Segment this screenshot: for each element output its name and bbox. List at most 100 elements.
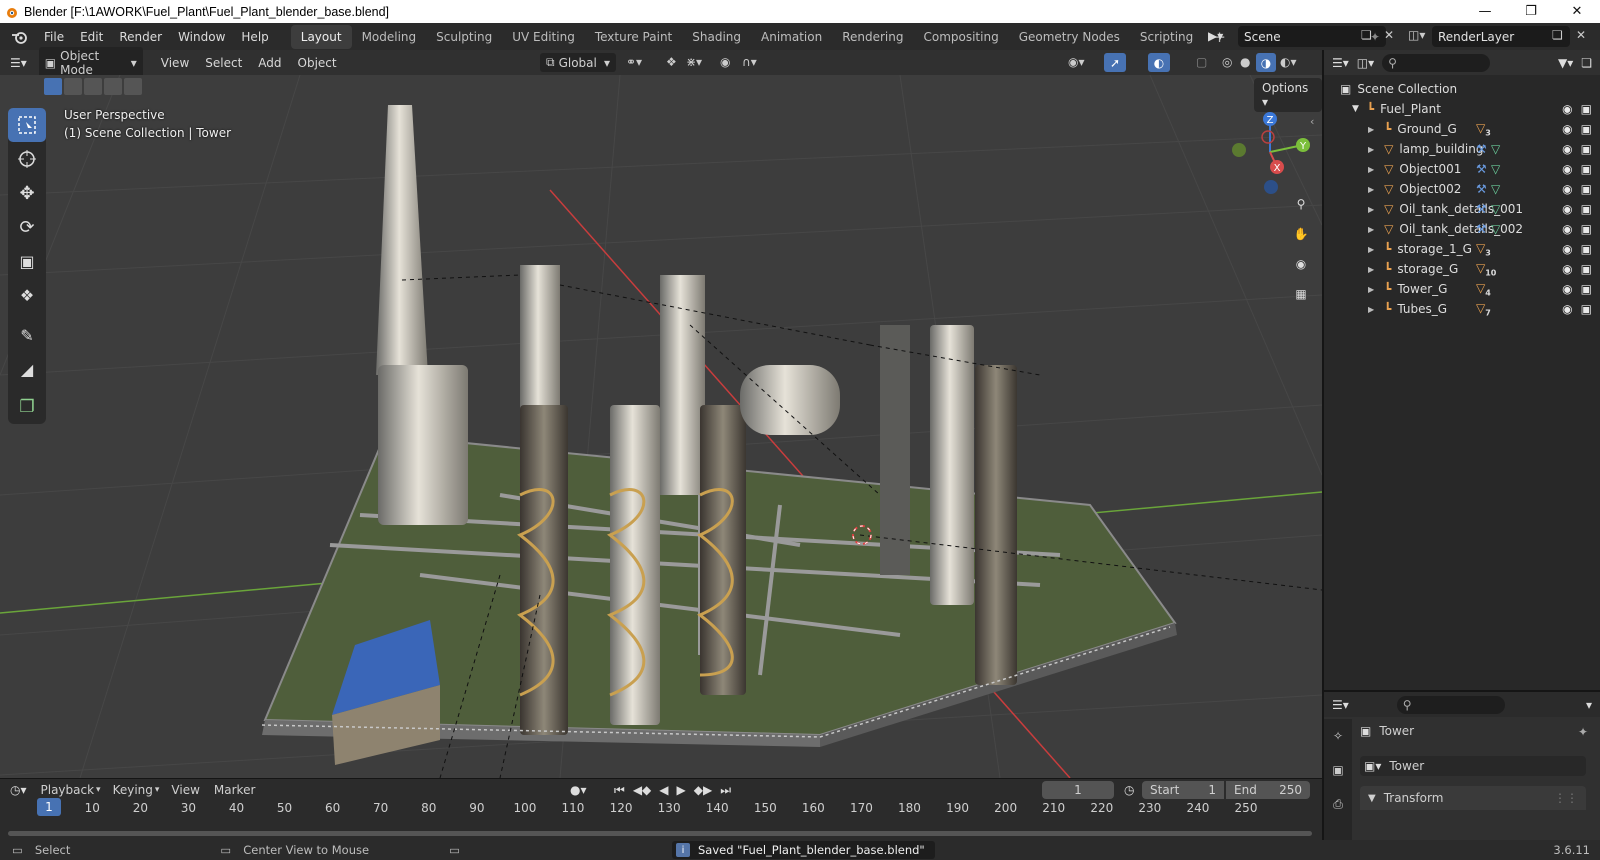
tree-row-storage-g[interactable]: ▶ ┗ storage_G ▽10 ◉ ▣ bbox=[1324, 259, 1600, 279]
new-collection-icon[interactable]: ❏ bbox=[1581, 56, 1592, 70]
cursor-icon[interactable] bbox=[8, 142, 46, 176]
menu-render[interactable]: Render bbox=[111, 30, 170, 44]
snap-target-icon[interactable]: ⋇▾ bbox=[686, 55, 702, 69]
current-frame-marker[interactable]: 1 bbox=[37, 798, 61, 816]
camera-icon[interactable]: ▣ bbox=[1581, 202, 1592, 216]
xray-icon[interactable]: ▢ bbox=[1196, 55, 1207, 69]
minimize-icon[interactable]: — bbox=[1462, 0, 1508, 23]
menu-object[interactable]: Object bbox=[290, 56, 345, 70]
camera-icon[interactable]: ▣ bbox=[1581, 262, 1592, 276]
tree-row-scene-collection[interactable]: ▣ Scene Collection bbox=[1324, 79, 1600, 99]
render-props-icon[interactable]: ▣ bbox=[1324, 753, 1352, 787]
new-layer-icon[interactable]: ❏ bbox=[1552, 28, 1563, 42]
transform-orientation-dropdown[interactable]: ⧉ Global ▾ bbox=[540, 53, 616, 72]
modifier-icon[interactable]: ⚒ ▽ bbox=[1476, 202, 1500, 216]
tab-texture-paint[interactable]: Texture Paint bbox=[585, 25, 682, 49]
camera-icon[interactable]: ▣ bbox=[1581, 282, 1592, 296]
menu-edit[interactable]: Edit bbox=[72, 30, 111, 44]
tree-row-object002[interactable]: ▶ ▽ Object002 ⚒ ▽ ◉ ▣ bbox=[1324, 179, 1600, 199]
remove-layer-icon[interactable]: ✕ bbox=[1576, 28, 1586, 42]
outliner-editor-icon[interactable]: ☰▾ bbox=[1332, 56, 1349, 70]
menu-add[interactable]: Add bbox=[250, 56, 289, 70]
camera-icon[interactable]: ▣ bbox=[1581, 182, 1592, 196]
select-subtract-icon[interactable] bbox=[84, 78, 102, 95]
menu-select[interactable]: Select bbox=[197, 56, 250, 70]
tree-row-oil-tank-details-002[interactable]: ▶ ▽ Oil_tank_details_002 ⚒ ▽ ◉ ▣ bbox=[1324, 219, 1600, 239]
tree-row-fuel-plant[interactable]: ▼ ┗ Fuel_Plant ◉ ▣ bbox=[1324, 99, 1600, 119]
expand-arrow-icon[interactable]: ▼ bbox=[1352, 104, 1359, 114]
child-mesh-icon[interactable]: ▽3 bbox=[1476, 121, 1491, 137]
expand-arrow-icon[interactable]: ▶ bbox=[1368, 185, 1374, 194]
blender-menu-icon[interactable] bbox=[10, 29, 30, 45]
tab-layout[interactable]: Layout bbox=[290, 24, 352, 49]
select-new-icon[interactable] bbox=[44, 78, 62, 95]
rotate-icon[interactable]: ⟳ bbox=[8, 210, 46, 244]
child-mesh-icon[interactable]: ▽7 bbox=[1476, 301, 1491, 317]
object-name-field[interactable]: ▣▾ Tower bbox=[1360, 756, 1586, 776]
overlay-toggle-icon[interactable]: ◐ bbox=[1148, 53, 1170, 72]
tab-geometry-nodes[interactable]: Geometry Nodes bbox=[1009, 25, 1130, 49]
filter-icon[interactable]: ▼▾ bbox=[1558, 56, 1573, 70]
camera-icon[interactable]: ▣ bbox=[1581, 302, 1592, 316]
eye-icon[interactable]: ◉ bbox=[1562, 242, 1572, 256]
eye-icon[interactable]: ◉ bbox=[1562, 262, 1572, 276]
eye-icon[interactable]: ◉ bbox=[1562, 162, 1572, 176]
expand-arrow-icon[interactable]: ▶ bbox=[1368, 225, 1374, 234]
eye-icon[interactable]: ◉ bbox=[1562, 102, 1572, 116]
tab-sculpting[interactable]: Sculpting bbox=[426, 25, 502, 49]
modifier-icon[interactable]: ⚒ ▽ bbox=[1476, 142, 1500, 156]
tree-row-tower-g[interactable]: ▶ ┗ Tower_G ▽4 ◉ ▣ bbox=[1324, 279, 1600, 299]
select-intersect-icon[interactable] bbox=[124, 78, 142, 95]
outliner-search-input[interactable]: ⚲ bbox=[1382, 53, 1491, 72]
eye-icon[interactable]: ◉ bbox=[1562, 182, 1572, 196]
zoom-icon[interactable]: ⚲ bbox=[1288, 191, 1314, 217]
3d-viewport[interactable]: ✥ ⟳ ▣ ❖ ✎ ◢ ❐ User Perspective (1) Scene… bbox=[0, 75, 1322, 778]
tab-animation[interactable]: Animation bbox=[751, 25, 832, 49]
camera-icon[interactable]: ▣ bbox=[1581, 222, 1592, 236]
camera-icon[interactable]: ▣ bbox=[1581, 102, 1592, 116]
proportional-edit-icon[interactable]: ◉ bbox=[720, 55, 730, 69]
expand-arrow-icon[interactable]: ▶ bbox=[1368, 125, 1374, 134]
transform-icon[interactable]: ❖ bbox=[8, 278, 46, 312]
annotate-icon[interactable]: ✎ bbox=[8, 318, 46, 352]
solid-shading-icon[interactable]: ● bbox=[1240, 55, 1250, 69]
eye-icon[interactable]: ◉ bbox=[1562, 142, 1572, 156]
tab-shading[interactable]: Shading bbox=[682, 25, 751, 49]
child-mesh-icon[interactable]: ▽4 bbox=[1476, 281, 1491, 297]
child-mesh-icon[interactable]: ▽3 bbox=[1476, 241, 1491, 257]
select-invert-icon[interactable] bbox=[104, 78, 122, 95]
restore-icon[interactable]: ❐ bbox=[1508, 0, 1554, 23]
tree-row-storage-1-g[interactable]: ▶ ┗ storage_1_G ▽3 ◉ ▣ bbox=[1324, 239, 1600, 259]
editor-type-icon[interactable]: ☰▾ bbox=[10, 56, 27, 70]
wireframe-shading-icon[interactable]: ◎ bbox=[1222, 55, 1232, 69]
scale-icon[interactable]: ▣ bbox=[8, 244, 46, 278]
camera-view-icon[interactable]: ◉ bbox=[1288, 251, 1314, 277]
camera-icon[interactable]: ▣ bbox=[1581, 122, 1592, 136]
remove-scene-icon[interactable]: ✕ bbox=[1384, 28, 1394, 42]
falloff-icon[interactable]: ∩▾ bbox=[742, 55, 757, 69]
timeline-scrollbar[interactable] bbox=[8, 831, 1312, 836]
add-cube-icon[interactable]: ❐ bbox=[8, 390, 46, 424]
close-icon[interactable]: ✕ bbox=[1554, 0, 1600, 23]
menu-help[interactable]: Help bbox=[233, 30, 276, 44]
tab-modeling[interactable]: Modeling bbox=[352, 25, 427, 49]
navigation-gizmo[interactable]: Z Y X bbox=[1225, 107, 1315, 197]
tree-row-ground-g[interactable]: ▶ ┗ Ground_G ▽3 ◉ ▣ bbox=[1324, 119, 1600, 139]
expand-arrow-icon[interactable]: ▶ bbox=[1368, 285, 1374, 294]
expand-arrow-icon[interactable]: ▶ bbox=[1368, 245, 1374, 254]
new-scene-icon[interactable]: ❏ bbox=[1361, 28, 1372, 42]
camera-icon[interactable]: ▣ bbox=[1581, 162, 1592, 176]
expand-arrow-icon[interactable]: ▶ bbox=[1368, 305, 1374, 314]
expand-arrow-icon[interactable]: ▶ bbox=[1368, 165, 1374, 174]
tree-row-lamp-building[interactable]: ▶ ▽ lamp_building ⚒ ▽ ◉ ▣ bbox=[1324, 139, 1600, 159]
display-mode-icon[interactable]: ◫▾ bbox=[1357, 56, 1374, 70]
camera-icon[interactable]: ▣ bbox=[1581, 142, 1592, 156]
modifier-icon[interactable]: ⚒ ▽ bbox=[1476, 182, 1500, 196]
tab-scripting[interactable]: Scripting bbox=[1130, 25, 1203, 49]
menu-window[interactable]: Window bbox=[170, 30, 233, 44]
rendered-shading-icon[interactable]: ◐▾ bbox=[1280, 55, 1297, 69]
visibility-icon[interactable]: ◉▾ bbox=[1068, 55, 1085, 69]
drag-handle-icon[interactable]: ⋮⋮ bbox=[1554, 791, 1578, 805]
menu-view[interactable]: View bbox=[153, 56, 197, 70]
tab-compositing[interactable]: Compositing bbox=[913, 25, 1008, 49]
